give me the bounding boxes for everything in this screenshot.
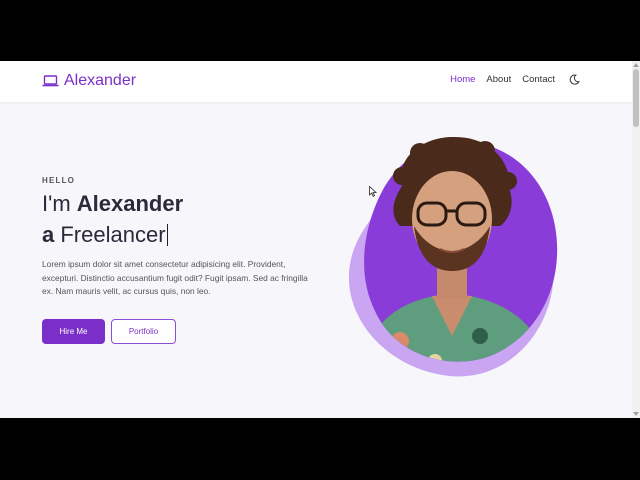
navbar: Alexander Home About Contact	[0, 61, 632, 102]
hero-headline: I'm Alexander a Freelancer	[42, 188, 183, 250]
scroll-up-arrow[interactable]	[633, 63, 639, 67]
headline-article: a	[42, 222, 55, 247]
nav-links: Home About Contact	[439, 74, 580, 85]
headline-prefix: I'm	[42, 191, 77, 216]
brand-logo[interactable]: Alexander	[42, 72, 136, 90]
page-scrollbar[interactable]	[632, 61, 640, 418]
headline-line-1: I'm Alexander	[42, 188, 183, 219]
hero-greeting: HELLO	[42, 176, 76, 185]
laptop-icon	[42, 75, 59, 87]
headline-line-2: a Freelancer	[42, 219, 183, 250]
nav-link-contact[interactable]: Contact	[522, 74, 555, 85]
moon-icon[interactable]	[569, 74, 580, 85]
scrollbar-thumb[interactable]	[633, 69, 639, 127]
typed-role: Freelancer	[54, 222, 166, 247]
browser-viewport: Alexander Home About Contact HELLO I'm A…	[0, 61, 640, 418]
hero-portrait	[348, 136, 558, 377]
portfolio-button[interactable]: Portfolio	[111, 319, 176, 344]
hero-description: Lorem ipsum dolor sit amet consectetur a…	[42, 259, 308, 296]
scroll-down-arrow[interactable]	[633, 412, 639, 416]
headline-name: Alexander	[76, 191, 184, 216]
mouse-pointer-icon	[369, 186, 377, 197]
nav-link-home[interactable]: Home	[450, 74, 475, 85]
hire-me-button[interactable]: Hire Me	[42, 319, 105, 344]
typing-cursor	[166, 224, 169, 246]
brand-name: Alexander	[64, 72, 137, 89]
nav-link-about[interactable]: About	[486, 74, 511, 85]
